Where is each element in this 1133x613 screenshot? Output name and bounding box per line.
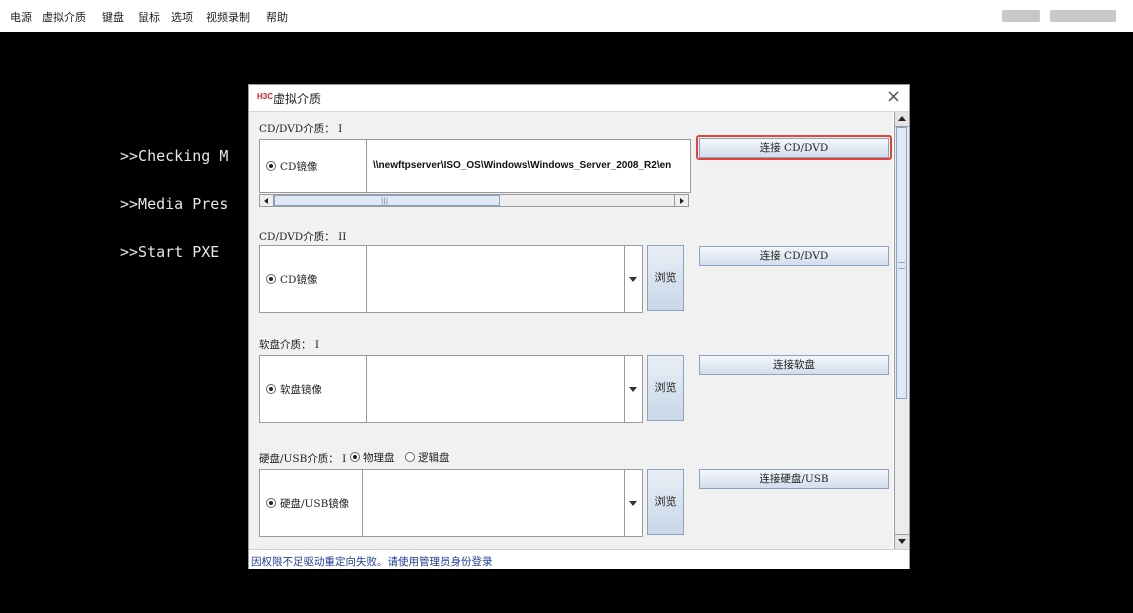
console-line: >>Checking M <box>120 147 229 165</box>
menu-item-options[interactable]: 选项 <box>171 9 193 25</box>
dialog-title: 虚拟介质 <box>273 92 322 106</box>
scroll-left-icon[interactable] <box>260 195 274 206</box>
scroll-thumb[interactable]: ||| <box>274 195 500 206</box>
menu-item-keyboard[interactable]: 键盘 <box>102 9 124 25</box>
menu-item-mouse[interactable]: 鼠标 <box>138 9 160 25</box>
menu-item-help[interactable]: 帮助 <box>266 9 288 25</box>
logical-disk-label: 逻辑盘 <box>418 452 450 464</box>
chevron-down-icon <box>629 387 637 392</box>
cd2-section-label: CD/DVD介质： II <box>259 231 347 243</box>
cd2-dropdown[interactable] <box>624 246 642 312</box>
connect-usb-button[interactable]: 连接硬盘/USB <box>699 469 889 489</box>
cd1-horizontal-scrollbar[interactable]: ||| <box>259 194 689 207</box>
usb-browse-button[interactable]: 浏览 <box>647 469 684 535</box>
menu-bar: 电源 虚拟介质 键盘 鼠标 选项 视频录制 帮助 <box>0 0 1133 32</box>
cd2-radio-label: CD镜像 <box>280 274 318 286</box>
menu-item-power[interactable]: 电源 <box>10 9 32 25</box>
virtual-media-dialog: H3C 虚拟介质 × CD/DVD介质： I CD镜像 \\newftpserv… <box>248 84 910 569</box>
floppy-image-radio[interactable] <box>266 384 276 394</box>
physical-disk-label: 物理盘 <box>363 452 395 464</box>
status-bar: 因权限不足驱动重定向失败。请使用管理员身份登录 <box>249 549 909 569</box>
blurred-info <box>1050 10 1116 22</box>
menu-item-virtual-media[interactable]: 虚拟介质 <box>42 9 86 25</box>
status-message: 因权限不足驱动重定向失败。请使用管理员身份登录 <box>251 556 493 568</box>
floppy-dropdown[interactable] <box>624 356 642 422</box>
cd2-radio-cell: CD镜像 <box>260 246 367 312</box>
logical-disk-radio[interactable] <box>405 452 415 462</box>
floppy-radio-cell: 软盘镜像 <box>260 356 367 422</box>
floppy-panel: 软盘镜像 <box>259 355 643 423</box>
usb-dropdown[interactable] <box>624 470 642 536</box>
cd2-image-radio[interactable] <box>266 274 276 284</box>
connect-cd1-button[interactable]: 连接 CD/DVD <box>699 138 889 158</box>
floppy-section-label: 软盘介质： I <box>259 339 319 351</box>
cd1-section-label: CD/DVD介质： I <box>259 123 343 135</box>
floppy-radio-label: 软盘镜像 <box>280 384 322 396</box>
dialog-titlebar: H3C 虚拟介质 × <box>249 85 909 112</box>
console-output: >>Checking M >>Media Pres >>Start PXE <box>120 116 228 276</box>
cd2-browse-button[interactable]: 浏览 <box>647 245 684 311</box>
menu-item-video-record[interactable]: 视频录制 <box>206 9 250 25</box>
cd2-panel: CD镜像 <box>259 245 643 313</box>
cd1-radio-cell: CD镜像 <box>260 140 367 192</box>
h3c-logo: H3C <box>257 92 274 101</box>
chevron-down-icon <box>629 501 637 506</box>
physical-disk-radio[interactable] <box>350 452 360 462</box>
connect-cd2-button[interactable]: 连接 CD/DVD <box>699 246 889 266</box>
chevron-down-icon <box>629 277 637 282</box>
console-line: >>Start PXE <box>120 243 220 261</box>
cd1-image-radio[interactable] <box>266 161 276 171</box>
floppy-browse-button[interactable]: 浏览 <box>647 355 684 421</box>
dialog-content: CD/DVD介质： I CD镜像 \\newftpserver\ISO_OS\W… <box>249 112 893 549</box>
scroll-thumb[interactable] <box>896 127 907 399</box>
blurred-info <box>1002 10 1040 22</box>
usb-section-label: 硬盘/USB介质： I <box>259 453 347 465</box>
scroll-right-icon[interactable] <box>674 195 688 206</box>
usb-image-radio[interactable] <box>266 498 276 508</box>
scroll-down-icon[interactable] <box>895 534 909 549</box>
cd1-path-field[interactable]: \\newftpserver\ISO_OS\Windows\Windows_Se… <box>373 160 688 171</box>
cd1-radio-label: CD镜像 <box>280 161 318 173</box>
scroll-up-icon[interactable] <box>895 112 909 127</box>
usb-radio-cell: 硬盘/USB镜像 <box>260 470 363 536</box>
vertical-scrollbar[interactable] <box>894 112 909 549</box>
connect-floppy-button[interactable]: 连接软盘 <box>699 355 889 375</box>
console-line: >>Media Pres <box>120 195 229 213</box>
usb-radio-label: 硬盘/USB镜像 <box>280 498 350 510</box>
cd1-panel: CD镜像 \\newftpserver\ISO_OS\Windows\Windo… <box>259 139 691 193</box>
close-icon[interactable]: × <box>886 86 901 107</box>
usb-panel: 硬盘/USB镜像 <box>259 469 643 537</box>
